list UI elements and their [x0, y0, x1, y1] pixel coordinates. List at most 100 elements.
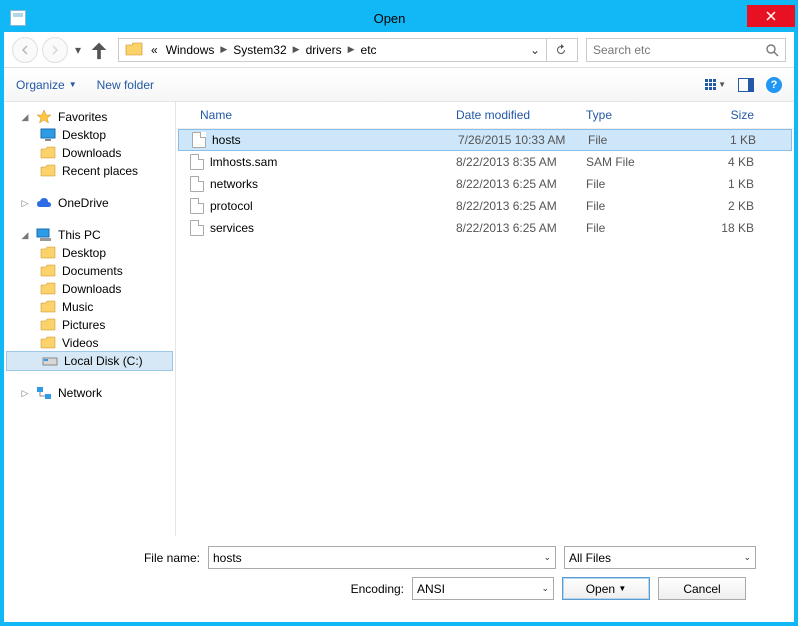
search-input[interactable]: Search etc	[586, 38, 786, 62]
folder-icon	[40, 318, 56, 332]
crumb-drivers[interactable]: drivers	[302, 43, 346, 57]
crumb-etc[interactable]: etc	[357, 43, 381, 57]
file-icon	[192, 132, 206, 148]
close-icon	[766, 11, 776, 21]
back-button[interactable]	[12, 37, 38, 63]
file-name: services	[210, 221, 254, 235]
file-name: hosts	[212, 133, 241, 147]
column-date[interactable]: Date modified	[456, 108, 586, 122]
sidebar-item-recent[interactable]: Recent places	[4, 162, 175, 180]
sidebar-item-label: This PC	[58, 228, 101, 242]
file-icon	[190, 176, 204, 192]
file-size: 18 KB	[684, 221, 754, 235]
filename-label: File name:	[4, 551, 200, 565]
sidebar-item-label: Local Disk (C:)	[64, 354, 143, 368]
file-icon	[190, 154, 204, 170]
sidebar-onedrive[interactable]: ▷ OneDrive	[4, 194, 175, 212]
sidebar-item-desktop[interactable]: Desktop	[4, 126, 175, 144]
titlebar[interactable]: Open	[4, 4, 794, 32]
open-button[interactable]: Open ▼	[562, 577, 650, 600]
close-button[interactable]	[747, 5, 795, 27]
address-dropdown[interactable]: ⌄	[524, 43, 546, 57]
column-size[interactable]: Size	[684, 108, 754, 122]
file-date: 8/22/2013 6:25 AM	[456, 221, 586, 235]
folder-icon	[40, 336, 56, 350]
file-row[interactable]: hosts7/26/2015 10:33 AMFile1 KB	[178, 129, 792, 151]
file-row[interactable]: lmhosts.sam8/22/2013 8:35 AMSAM File4 KB	[176, 151, 794, 173]
preview-pane-button[interactable]	[738, 78, 754, 92]
column-headers[interactable]: Name Date modified Type Size	[176, 102, 794, 129]
filetype-filter[interactable]: All Files⌄	[564, 546, 756, 569]
sidebar-item-label: Downloads	[62, 146, 121, 160]
sidebar-item-label: Music	[62, 300, 93, 314]
sidebar-item-desktop2[interactable]: Desktop	[4, 244, 175, 262]
cancel-button[interactable]: Cancel	[658, 577, 746, 600]
search-placeholder: Search etc	[593, 43, 765, 57]
crumb-windows[interactable]: Windows	[162, 43, 219, 57]
sidebar-network[interactable]: ▷ Network	[4, 384, 175, 402]
folder-icon	[40, 300, 56, 314]
cloud-icon	[36, 196, 52, 210]
nav-bar: ▾ « Windows▶ System32▶ drivers▶ etc ⌄ Se…	[4, 32, 794, 68]
sidebar-item-pictures[interactable]: Pictures	[4, 316, 175, 334]
sidebar-item-label: Favorites	[58, 110, 107, 124]
filename-input[interactable]: hosts⌄	[208, 546, 556, 569]
sidebar-item-documents[interactable]: Documents	[4, 262, 175, 280]
chevron-down-icon: ⌄	[541, 583, 549, 594]
folder-icon	[125, 42, 143, 58]
sidebar-item-downloads[interactable]: Downloads	[4, 144, 175, 162]
sidebar-item-label: OneDrive	[58, 196, 109, 210]
column-name[interactable]: Name	[184, 108, 456, 122]
search-icon	[765, 43, 779, 57]
encoding-label: Encoding:	[4, 582, 404, 596]
file-row[interactable]: services 8/22/2013 6:25 AMFile18 KB	[176, 217, 794, 239]
chevron-down-icon: ⌄	[743, 552, 751, 563]
forward-button[interactable]	[42, 37, 68, 63]
expand-icon: ▷	[20, 198, 30, 209]
toolbar: Organize▼ New folder ▼ ?	[4, 68, 794, 102]
disk-icon	[42, 354, 58, 368]
star-icon	[36, 110, 52, 124]
open-dialog: Open ▾ « Windows▶ System32▶ drivers▶ etc…	[0, 0, 798, 626]
sidebar-thispc[interactable]: ◢ This PC	[4, 226, 175, 244]
chevron-down-icon: ⌄	[543, 552, 551, 563]
view-options-button[interactable]: ▼	[705, 79, 726, 90]
organize-menu[interactable]: Organize▼	[16, 78, 77, 92]
address-bar[interactable]: « Windows▶ System32▶ drivers▶ etc ⌄	[118, 38, 578, 62]
file-type: File	[586, 177, 684, 191]
file-row[interactable]: protocol8/22/2013 6:25 AMFile2 KB	[176, 195, 794, 217]
up-button[interactable]	[88, 39, 110, 61]
desktop-icon	[40, 128, 56, 142]
crumb-system32[interactable]: System32	[229, 43, 290, 57]
sidebar-item-downloads2[interactable]: Downloads	[4, 280, 175, 298]
chevron-right-icon: ▶	[291, 44, 302, 55]
sidebar: ◢ Favorites Desktop Downloads Recent pla…	[4, 102, 176, 536]
expand-icon: ▷	[20, 388, 30, 399]
file-type: File	[586, 221, 684, 235]
crumb-overflow[interactable]: «	[147, 43, 162, 57]
file-size: 1 KB	[684, 177, 754, 191]
help-button[interactable]: ?	[766, 77, 782, 93]
chevron-right-icon: ▶	[218, 44, 229, 55]
sidebar-item-label: Videos	[62, 336, 98, 350]
file-type: SAM File	[586, 155, 684, 169]
file-size: 1 KB	[686, 133, 756, 147]
sidebar-item-music[interactable]: Music	[4, 298, 175, 316]
sidebar-item-local-disk[interactable]: Local Disk (C:)	[6, 351, 173, 371]
sidebar-favorites[interactable]: ◢ Favorites	[4, 108, 175, 126]
file-row[interactable]: networks 8/22/2013 6:25 AMFile1 KB	[176, 173, 794, 195]
encoding-select[interactable]: ANSI⌄	[412, 577, 554, 600]
pc-icon	[36, 228, 52, 242]
file-date: 8/22/2013 6:25 AM	[456, 177, 586, 191]
file-name: networks	[210, 177, 258, 191]
file-date: 8/22/2013 8:35 AM	[456, 155, 586, 169]
column-type[interactable]: Type	[586, 108, 684, 122]
new-folder-button[interactable]: New folder	[97, 78, 154, 92]
sidebar-item-videos[interactable]: Videos	[4, 334, 175, 352]
refresh-button[interactable]	[546, 39, 575, 61]
sidebar-item-label: Pictures	[62, 318, 105, 332]
history-dropdown[interactable]: ▾	[72, 43, 84, 57]
file-type: File	[586, 199, 684, 213]
file-date: 8/22/2013 6:25 AM	[456, 199, 586, 213]
sidebar-item-label: Desktop	[62, 128, 106, 142]
